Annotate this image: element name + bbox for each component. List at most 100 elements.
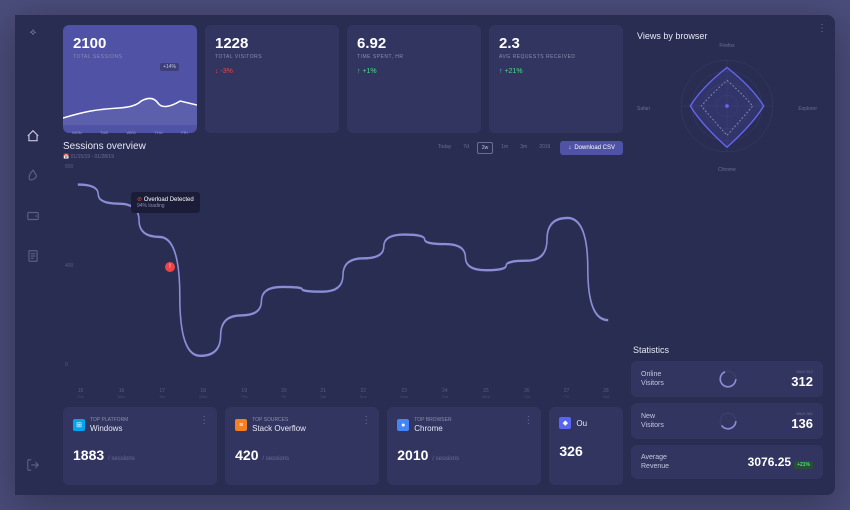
si-value: 136 xyxy=(791,416,813,431)
more-icon[interactable]: ⋮ xyxy=(817,23,827,34)
radar-label-safari: Safari xyxy=(637,106,650,112)
stat-value: 2100 xyxy=(73,35,187,52)
stat-delta: ↑ +1% xyxy=(357,68,471,75)
mini-sparkline: MONTUEWEDTHUFRI xyxy=(63,83,197,133)
range-tab-1m[interactable]: 1m xyxy=(497,142,512,154)
right-column: Views by browser ⋮ Firefox Explorer xyxy=(631,25,823,485)
x-tick: 23Mon xyxy=(400,388,408,399)
range-tab-3m[interactable]: 3m xyxy=(516,142,531,154)
line-chart[interactable]: 8004000 ⊘ Overload Detected 94% loading … xyxy=(63,164,623,386)
mini-day: TUE xyxy=(100,130,108,135)
overview-controls: Today 7d 2w 1m 3m 2019 ↓ Download CSV xyxy=(434,141,623,155)
progress-ring-icon xyxy=(718,411,738,431)
bc-name: Chrome xyxy=(414,424,451,433)
sessions-overview: Sessions overview 📅 01/15/19 - 01/28/19 … xyxy=(63,141,623,399)
bc-value: 420 / sessions xyxy=(235,447,369,463)
stat-badge: +14% xyxy=(160,63,179,71)
bc-value: 1883 / sessions xyxy=(73,447,207,463)
logo-icon: ⟡ xyxy=(30,27,37,38)
nav-document-icon[interactable] xyxy=(25,248,41,264)
logout-icon[interactable] xyxy=(25,457,41,473)
bc-label: TOP SOURCES xyxy=(252,417,306,423)
x-tick: 18Wed xyxy=(199,388,207,399)
x-tick: 19Thu xyxy=(241,388,248,399)
y-axis: 800 400 0 xyxy=(65,164,73,368)
nav xyxy=(25,128,41,264)
bc-name: Windows xyxy=(90,424,128,433)
partial-icon: ◆ xyxy=(559,417,571,429)
range-tabs: Today 7d 2w 1m 3m 2019 xyxy=(434,142,554,154)
stat-card-visitors[interactable]: 1228 TOTAL VISITORS ↓ -3% xyxy=(205,25,339,133)
bottom-card-partial[interactable]: ◆ Ou 326 xyxy=(549,407,623,485)
radar-card: Views by browser ⋮ Firefox Explorer xyxy=(631,25,823,337)
more-icon[interactable]: ⋮ xyxy=(361,415,371,426)
stat-value: 2.3 xyxy=(499,35,613,52)
sidebar: ⟡ xyxy=(15,15,51,495)
radar-label-firefox: Firefox xyxy=(719,43,734,49)
nav-leaf-icon[interactable] xyxy=(25,168,41,184)
stat-label: TIME SPENT, HR xyxy=(357,54,471,60)
range-tab-2019[interactable]: 2019 xyxy=(535,142,554,154)
progress-ring-icon xyxy=(718,369,738,389)
platform-icon: ⊞ xyxy=(73,419,85,431)
y-tick: 0 xyxy=(65,362,73,368)
radar-title: Views by browser xyxy=(637,31,707,41)
x-tick: 21Sat xyxy=(320,388,326,399)
radar-chart[interactable]: Firefox Explorer Chrome Safari xyxy=(637,41,817,171)
x-tick: 25Wed xyxy=(482,388,490,399)
stat-value: 6.92 xyxy=(357,35,471,52)
x-tick: 22Sun xyxy=(360,388,367,399)
stat-card-sessions[interactable]: 2100 TOTAL SESSIONS +14% MONTUEWEDTHUFRI xyxy=(63,25,197,133)
statistics-section: Statistics ⋮ OnlineVisitors MAX 512 312 … xyxy=(631,345,823,485)
chart-tooltip: ⊘ Overload Detected 94% loading xyxy=(131,192,200,213)
y-tick: 400 xyxy=(65,263,73,269)
overview-title: Sessions overview xyxy=(63,141,146,152)
app-window: ⟡ 2100 TOTAL SESSIONS +14% MONTUEWEDTHUF… xyxy=(15,15,835,495)
overview-date: 📅 01/15/19 - 01/28/19 xyxy=(63,154,146,160)
download-csv-button[interactable]: ↓ Download CSV xyxy=(560,141,623,155)
mini-day: THU xyxy=(154,130,162,135)
stat-value: 1228 xyxy=(215,35,329,52)
si-label: OnlineVisitors xyxy=(641,370,664,388)
mini-day: MON xyxy=(72,130,81,135)
x-axis: 15Sun 16Mon 17Tue 18Wed 19Thu 20Fri 21Sat 22Sun… xyxy=(63,388,623,399)
sources-icon: ≡ xyxy=(235,419,247,431)
bottom-card-platform[interactable]: ⋮ ⊞ TOP PLATFORM Windows 1883 / sessions xyxy=(63,407,217,485)
si-label: NewVisitors xyxy=(641,412,664,430)
nav-home-icon[interactable] xyxy=(25,128,41,144)
stat-item-1[interactable]: NewVisitors MAX 381 136 xyxy=(631,403,823,439)
x-tick: 16Mon xyxy=(118,388,126,399)
stat-delta: ↑ +21% xyxy=(499,68,613,75)
si-label: AverageRevenue xyxy=(641,453,669,471)
bottom-cards: ⋮ ⊞ TOP PLATFORM Windows 1883 / sessions… xyxy=(63,407,623,485)
stat-item-2[interactable]: AverageRevenue 3076.25+21% xyxy=(631,445,823,479)
bottom-card-sources[interactable]: ⋮ ≡ TOP SOURCES Stack Overflow 420 / ses… xyxy=(225,407,379,485)
si-badge: +21% xyxy=(794,461,813,469)
bottom-card-browser[interactable]: ⋮ ● TOP BROWSER Chrome 2010 / sessions xyxy=(387,407,541,485)
range-tab-7d[interactable]: 7d xyxy=(459,142,473,154)
more-icon[interactable]: ⋮ xyxy=(199,415,209,426)
stat-item-0[interactable]: OnlineVisitors MAX 512 312 xyxy=(631,361,823,397)
stat-card-requests[interactable]: 2.3 AVG REQUESTS RECEIVED ↑ +21% xyxy=(489,25,623,133)
x-tick: 15Sun xyxy=(77,388,84,399)
bc-name: Stack Overflow xyxy=(252,424,306,433)
x-tick: 17Tue xyxy=(159,388,166,399)
stat-card-time[interactable]: 6.92 TIME SPENT, HR ↑ +1% xyxy=(347,25,481,133)
stat-label: TOTAL SESSIONS xyxy=(73,54,187,60)
bc-value: 2010 / sessions xyxy=(397,447,531,463)
si-value: 3076.25+21% xyxy=(748,455,813,469)
x-tick: 26Thu xyxy=(523,388,530,399)
more-icon[interactable]: ⋮ xyxy=(523,415,533,426)
range-tab-2w[interactable]: 2w xyxy=(477,142,493,154)
x-tick: 20Fri xyxy=(281,388,287,399)
nav-wallet-icon[interactable] xyxy=(25,208,41,224)
left-column: 2100 TOTAL SESSIONS +14% MONTUEWEDTHUFRI… xyxy=(63,25,623,485)
range-tab-Today[interactable]: Today xyxy=(434,142,455,154)
radar-label-chrome: Chrome xyxy=(718,167,736,173)
x-tick: 24Tue xyxy=(442,388,449,399)
alert-marker-icon[interactable]: ! xyxy=(165,262,175,272)
bc-label: TOP PLATFORM xyxy=(90,417,128,423)
bc-value: 326 xyxy=(559,443,613,459)
y-tick: 800 xyxy=(65,164,73,170)
mini-day: FRI xyxy=(181,130,187,135)
